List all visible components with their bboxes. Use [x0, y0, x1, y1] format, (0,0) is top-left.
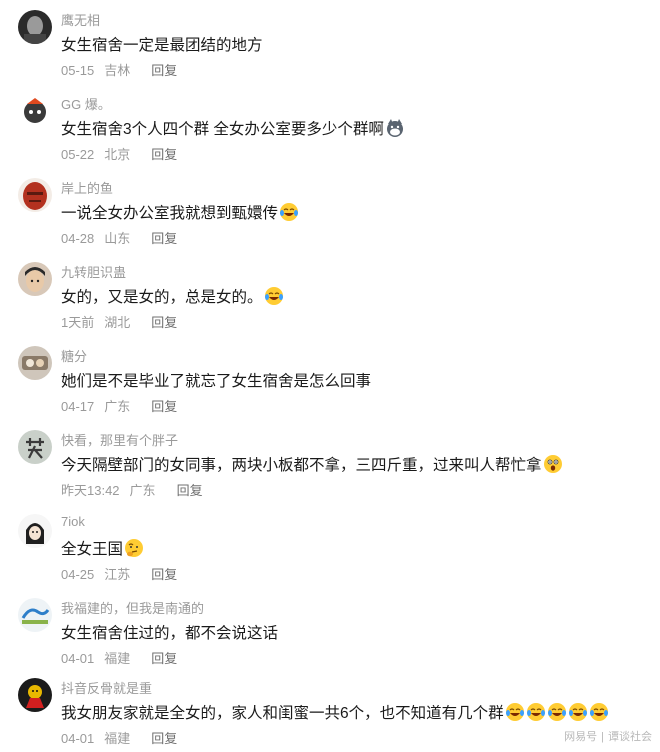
laugh-cry-emoji-icon — [589, 702, 609, 722]
user-avatar[interactable] — [18, 346, 52, 380]
username[interactable]: 抖音反骨就是重 — [61, 678, 152, 697]
comment-meta: 05-22 北京 回复 — [61, 144, 177, 163]
surprised-emoji-icon — [543, 454, 563, 474]
comment-text-content: 一说全女办公室我就想到甄嬛传 — [61, 205, 279, 222]
comment-location: 广东 — [104, 399, 131, 414]
user-avatar[interactable] — [18, 514, 52, 548]
username[interactable]: 鹰无相 — [61, 10, 100, 29]
comment-item: 我福建的，但我是南通的 女生宿舍住过的，都不会说这话 04-01 福建 回复 — [0, 588, 660, 672]
comment-text: 一说全女办公室我就想到甄嬛传 — [61, 201, 299, 223]
comment-text: 全女王国 — [61, 537, 144, 559]
comment-date: 04-17 — [61, 399, 95, 414]
comment-text-content: 女生宿舍住过的，都不会说这话 — [61, 625, 279, 642]
comment-date: 04-28 — [61, 231, 95, 246]
user-avatar[interactable] — [18, 262, 52, 296]
comment-location: 吉林 — [104, 63, 131, 78]
reply-button[interactable]: 回复 — [151, 312, 177, 331]
comment-item: 鹰无相 女生宿舍一定是最团结的地方 05-15 吉林 回复 — [0, 0, 660, 84]
laugh-cry-emoji-icon — [505, 702, 525, 722]
comment-location: 北京 — [104, 147, 131, 162]
username[interactable]: 九转胆识蛊 — [61, 262, 126, 281]
comment-text-content: 女生宿舍一定是最团结的地方 — [61, 37, 263, 54]
comment-text: 女生宿舍一定是最团结的地方 — [61, 33, 263, 55]
username[interactable]: GG 爆。 — [61, 94, 111, 113]
comment-date: 05-15 — [61, 63, 95, 78]
comment-text-content: 我女朋友家就是全女的，家人和闺蜜一共6个，也不知道有几个群 — [61, 705, 504, 722]
comment-date: 1天前 — [61, 315, 95, 330]
username[interactable]: 7iok — [61, 514, 85, 529]
comment-location: 山东 — [104, 231, 131, 246]
comment-item: GG 爆。 女生宿舍3个人四个群 全女办公室要多少个群啊 05-22 北京 回复 — [0, 84, 660, 168]
user-avatar[interactable] — [18, 430, 52, 464]
user-avatar[interactable] — [18, 10, 52, 44]
reply-button[interactable]: 回复 — [151, 648, 177, 667]
comment-text-content: 今天隔壁部门的女同事，两块小板都不拿，三四斤重，过来叫人帮忙拿 — [61, 457, 542, 474]
comment-text-content: 女的，又是女的，总是女的。 — [61, 289, 263, 306]
laugh-cry-emoji-icon — [264, 286, 284, 306]
comment-location: 广东 — [129, 483, 156, 498]
comment-meta: 04-25 江苏 回复 — [61, 564, 177, 583]
username[interactable]: 快看，那里有个胖子 — [61, 430, 178, 449]
reply-button[interactable]: 回复 — [151, 564, 177, 583]
laugh-cry-emoji-icon — [547, 702, 567, 722]
reply-button[interactable]: 回复 — [151, 396, 177, 415]
comment-item: 九转胆识蛊 女的，又是女的，总是女的。 1天前 湖北 回复 — [0, 252, 660, 336]
comment-location: 福建 — [104, 651, 131, 666]
comment-meta: 1天前 湖北 回复 — [61, 312, 177, 331]
comment-date: 04-25 — [61, 567, 95, 582]
comment-text: 女生宿舍3个人四个群 全女办公室要多少个群啊 — [61, 117, 405, 139]
comment-text: 我女朋友家就是全女的，家人和闺蜜一共6个，也不知道有几个群 — [61, 701, 609, 723]
wolf-face-emoji-icon — [385, 118, 405, 138]
comment-location: 福建 — [104, 731, 131, 746]
user-avatar[interactable] — [18, 94, 52, 128]
comment-date: 昨天13:42 — [61, 483, 120, 498]
laugh-cry-emoji-icon — [568, 702, 588, 722]
laugh-cry-emoji-icon — [279, 202, 299, 222]
comment-date: 04-01 — [61, 651, 95, 666]
comment-text: 她们是不是毕业了就忘了女生宿舍是怎么回事 — [61, 369, 371, 391]
laugh-cry-emoji-icon — [526, 702, 546, 722]
reply-button[interactable]: 回复 — [151, 144, 177, 163]
comment-item: 快看，那里有个胖子 今天隔壁部门的女同事，两块小板都不拿，三四斤重，过来叫人帮忙… — [0, 420, 660, 504]
comment-text-content: 她们是不是毕业了就忘了女生宿舍是怎么回事 — [61, 373, 372, 390]
reply-button[interactable]: 回复 — [177, 480, 203, 499]
comment-meta: 05-15 吉林 回复 — [61, 60, 177, 79]
watermark-author: 谭谈社会 — [608, 731, 652, 743]
comment-meta: 04-01 福建 回复 — [61, 728, 177, 747]
username[interactable]: 糖分 — [61, 346, 87, 365]
comment-meta: 04-28 山东 回复 — [61, 228, 177, 247]
user-avatar[interactable] — [18, 678, 52, 712]
watermark-source: 网易号 — [564, 731, 598, 743]
thinking-emoji-icon — [124, 538, 144, 558]
reply-button[interactable]: 回复 — [151, 60, 177, 79]
comment-date: 05-22 — [61, 147, 95, 162]
reply-button[interactable]: 回复 — [151, 228, 177, 247]
comment-location: 江苏 — [104, 567, 131, 582]
comment-item: 岸上的鱼 一说全女办公室我就想到甄嬛传 04-28 山东 回复 — [0, 168, 660, 252]
comment-text: 今天隔壁部门的女同事，两块小板都不拿，三四斤重，过来叫人帮忙拿 — [61, 453, 563, 475]
reply-button[interactable]: 回复 — [151, 728, 177, 747]
comment-text: 女生宿舍住过的，都不会说这话 — [61, 621, 278, 643]
comment-text-content: 女生宿舍3个人四个群 全女办公室要多少个群啊 — [61, 121, 384, 138]
comment-item: 抖音反骨就是重 我女朋友家就是全女的，家人和闺蜜一共6个，也不知道有几个群 04… — [0, 668, 660, 752]
user-avatar[interactable] — [18, 598, 52, 632]
comment-item: 糖分 她们是不是毕业了就忘了女生宿舍是怎么回事 04-17 广东 回复 — [0, 336, 660, 420]
comment-meta: 昨天13:42 广东 回复 — [61, 480, 203, 499]
username[interactable]: 岸上的鱼 — [61, 178, 113, 197]
comment-text-content: 全女王国 — [61, 541, 124, 558]
comment-meta: 04-01 福建 回复 — [61, 648, 177, 667]
comment-meta: 04-17 广东 回复 — [61, 396, 177, 415]
comment-text: 女的，又是女的，总是女的。 — [61, 285, 284, 307]
comment-date: 04-01 — [61, 731, 95, 746]
watermark: 网易号 | 谭谈社会 — [564, 728, 652, 744]
watermark-separator: | — [601, 731, 604, 743]
comment-item: 7iok 全女王国 04-25 江苏 回复 — [0, 504, 660, 588]
user-avatar[interactable] — [18, 178, 52, 212]
username[interactable]: 我福建的，但我是南通的 — [61, 598, 204, 617]
comment-location: 湖北 — [104, 315, 131, 330]
